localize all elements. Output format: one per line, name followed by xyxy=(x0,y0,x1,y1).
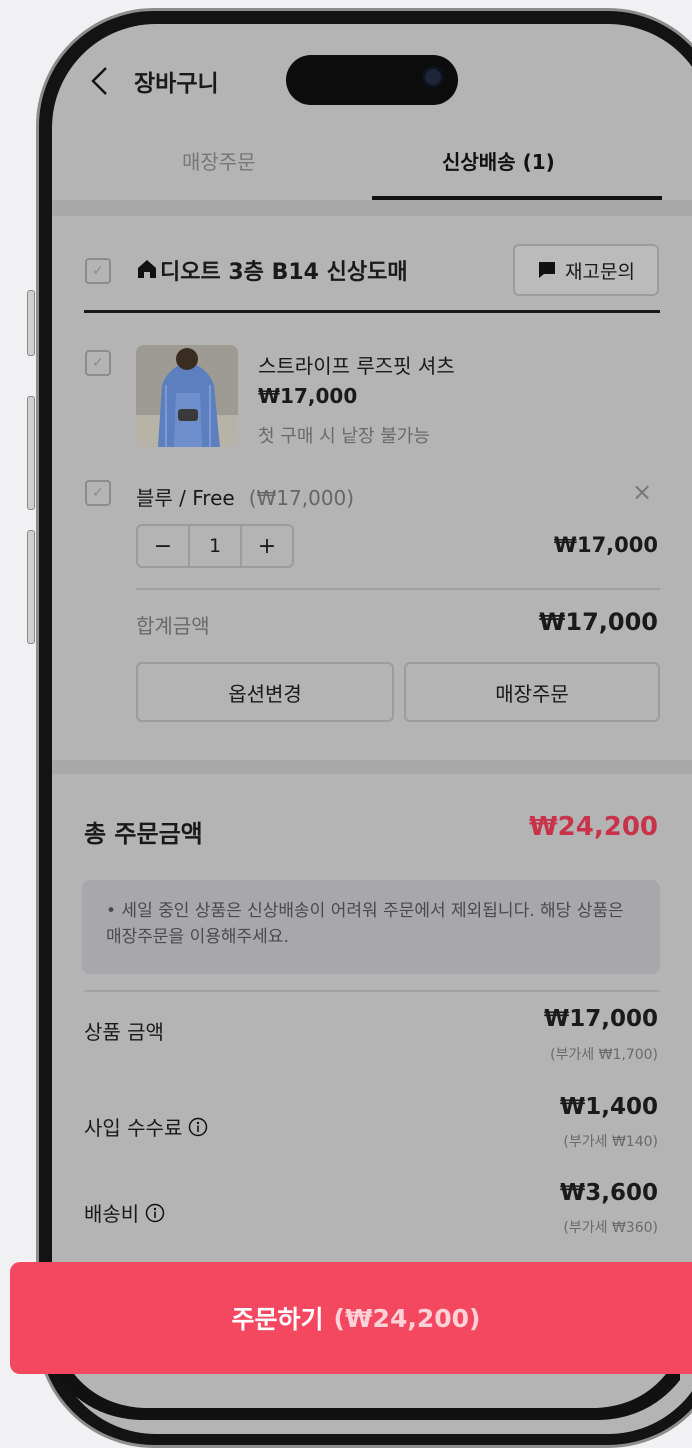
stock-inquiry-button[interactable]: 재고문의 xyxy=(513,244,659,296)
store-checkbox[interactable]: ✓ xyxy=(85,258,111,284)
increase-button[interactable]: + xyxy=(242,526,292,566)
product-amount-vat: (부가세 ₩1,700) xyxy=(550,1047,658,1063)
product-checkbox[interactable]: ✓ xyxy=(85,350,111,376)
purchase-fee-label: 사입 수수료 xyxy=(84,1112,208,1141)
tab-store-order[interactable]: 매장주문 xyxy=(182,146,256,175)
divider xyxy=(136,588,660,590)
product-note: 첫 구매 시 낱장 불가능 xyxy=(258,426,430,447)
product-image[interactable] xyxy=(136,345,238,447)
row-label-text: 상품 금액 xyxy=(84,1020,164,1044)
volume-up-button xyxy=(27,396,35,510)
home-icon xyxy=(138,260,156,278)
change-option-button[interactable]: 옵션변경 xyxy=(136,662,394,722)
product-amount-label: 상품 금액 xyxy=(84,1016,164,1045)
option-line-total: ₩17,000 xyxy=(553,533,658,557)
store-name: 디오트 3층 B14 신상도매 xyxy=(160,260,408,285)
product-amount-value: ₩17,000 xyxy=(543,1006,658,1032)
order-button-label: 주문하기 xyxy=(231,1305,324,1334)
purchase-fee-vat: (부가세 ₩140) xyxy=(563,1134,658,1150)
tab-new-delivery[interactable]: 신상배송 (1) xyxy=(442,146,555,175)
mute-switch xyxy=(27,290,35,356)
info-icon[interactable] xyxy=(188,1117,208,1137)
quantity-value[interactable]: 1 xyxy=(188,526,242,566)
option-label: 블루 / Free (₩17,000) xyxy=(136,482,354,511)
sum-label: 합계금액 xyxy=(136,614,210,638)
divider xyxy=(84,990,660,992)
back-arrow-icon[interactable] xyxy=(84,64,118,98)
purchase-fee-value: ₩1,400 xyxy=(559,1094,658,1120)
quantity-stepper: − 1 + xyxy=(136,524,294,568)
total-label: 총 주문금액 xyxy=(84,820,203,848)
total-value: ₩24,200 xyxy=(528,812,658,842)
option-name: 블루 / Free xyxy=(136,486,235,510)
order-button[interactable]: 주문하기 (₩24,200) xyxy=(10,1262,692,1374)
store-order-button[interactable]: 매장주문 xyxy=(404,662,660,722)
section-divider xyxy=(52,760,692,774)
shipping-fee-vat: (부가세 ₩360) xyxy=(563,1220,658,1236)
order-button-price: (₩24,200) xyxy=(333,1303,481,1333)
stock-inquiry-label: 재고문의 xyxy=(565,260,635,283)
phone-bottom-bezel xyxy=(60,1374,680,1420)
sum-value: ₩17,000 xyxy=(538,608,658,636)
product-price: ₩17,000 xyxy=(258,384,358,408)
section-divider xyxy=(52,200,692,216)
sale-notice: • 세일 중인 상품은 신상배송이 어려워 주문에서 제외됩니다. 해당 상품은… xyxy=(82,880,660,974)
shipping-fee-label: 배송비 xyxy=(84,1198,165,1227)
product-name[interactable]: 스트라이프 루즈핏 셔츠 xyxy=(258,350,455,379)
row-label-text: 사입 수수료 xyxy=(84,1116,183,1140)
divider xyxy=(84,310,660,313)
decrease-button[interactable]: − xyxy=(138,526,188,566)
option-checkbox[interactable]: ✓ xyxy=(85,480,111,506)
volume-down-button xyxy=(27,530,35,644)
row-label-text: 배송비 xyxy=(84,1202,140,1226)
shipping-fee-value: ₩3,600 xyxy=(559,1180,658,1206)
camera-icon xyxy=(425,69,441,85)
page-title: 장바구니 xyxy=(134,71,219,97)
remove-option-icon[interactable]: × xyxy=(632,478,652,506)
info-icon[interactable] xyxy=(145,1203,165,1223)
chat-icon xyxy=(539,262,556,278)
option-price: (₩17,000) xyxy=(248,486,355,510)
